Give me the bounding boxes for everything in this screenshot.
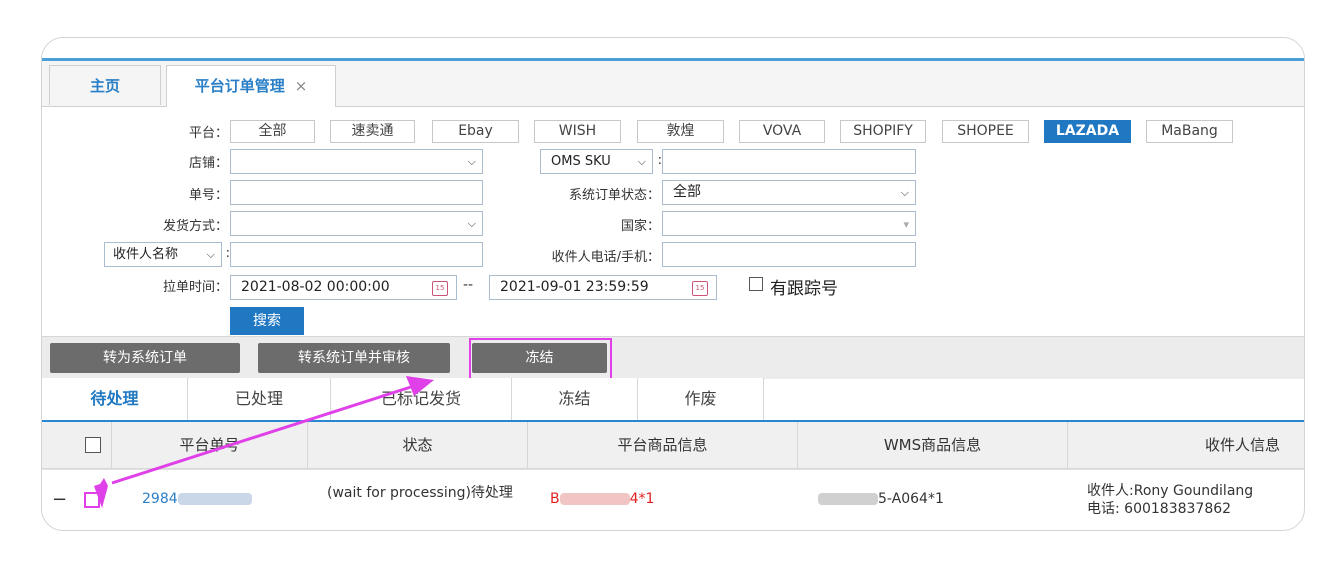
annotation-arrow-head [406, 376, 434, 396]
annotation-arrow-line [111, 384, 415, 485]
annotation-arrow [94, 376, 434, 508]
annotation-hand-mark [94, 478, 108, 508]
window-frame: 主页 平台订单管理 × 平台： 全部 速卖通 Ebay WISH 敦煌 VOVA … [41, 37, 1305, 531]
